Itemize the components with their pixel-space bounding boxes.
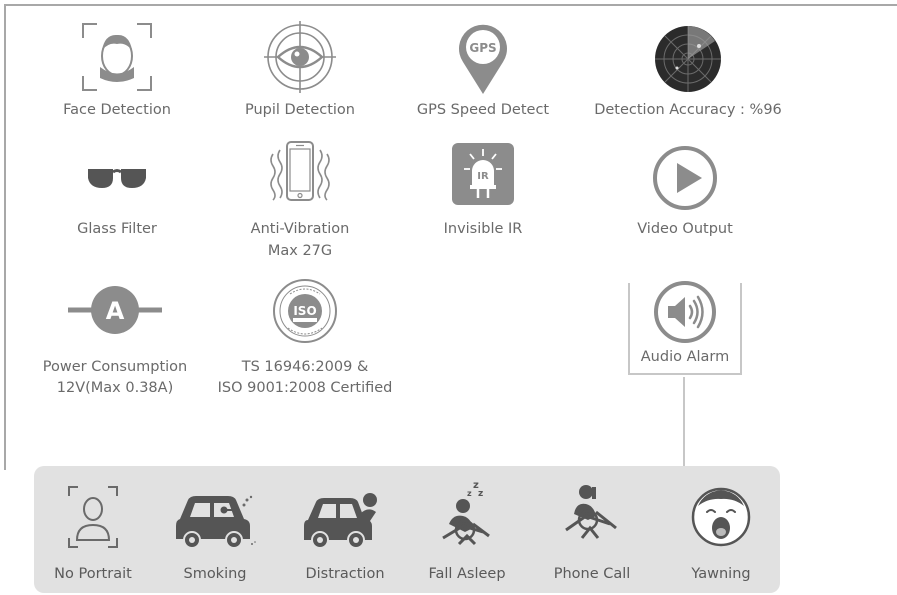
ir-led-icon: IR [450,141,516,211]
feature-invisible-ir: IR Invisible IR [403,140,563,245]
feature-anti-vibration: Anti-Vibration Max 27G [220,140,380,265]
anti-vibration-label-line1: Anti-Vibration [250,221,350,237]
feature-gps-speed-detect: GPS GPS Speed Detect [403,20,563,125]
feature-audio-alarm: Audio Alarm [605,280,765,375]
frame-left-line [4,4,6,470]
play-icon [652,145,718,215]
glass-filter-label: Glass Filter [77,221,157,237]
video-output-label: Video Output [637,221,733,237]
gps-badge-text: GPS [469,41,496,55]
feature-face-detection: Face Detection [37,20,197,125]
feature-glass-filter: Glass Filter [37,140,197,245]
face-detection-label: Face Detection [63,102,171,118]
power-badge-text: A [106,297,125,325]
no-portrait-label: No Portrait [54,566,132,582]
car-distraction-icon [302,490,388,554]
radar-icon [653,24,723,98]
alarm-smoking: Smoking [162,466,268,593]
feature-detection-accuracy: Detection Accuracy : %96 [583,20,793,125]
speaker-icon [653,280,717,348]
audio-alarm-connector [683,377,685,466]
svg-text:z: z [467,489,472,498]
gps-speed-detect-label: GPS Speed Detect [416,102,550,118]
feature-video-output: Video Output [605,140,765,245]
driver-asleep-icon: z z z [437,476,497,554]
pupil-detection-label: Pupil Detection [245,102,355,118]
yawning-face-icon [690,486,752,552]
certification-label-line2: ISO 9001:2008 Certified [217,380,393,396]
power-a-icon: A [62,280,168,344]
iso-badge-text: ISO [293,304,316,318]
vibrating-phone-icon [255,140,345,210]
certification-label-line1: TS 16946:2009 & [241,359,369,375]
alarm-distraction: Distraction [292,466,398,593]
svg-text:z: z [478,489,483,499]
invisible-ir-label: Invisible IR [443,221,523,237]
anti-vibration-label-line2: Max 27G [267,243,333,259]
power-consumption-label-line1: Power Consumption [42,359,188,375]
fall-asleep-label: Fall Asleep [428,566,506,582]
face-scan-icon [79,20,155,98]
car-smoking-icon [172,492,258,554]
driver-phone-icon [562,482,622,552]
alarm-phone-call: Phone Call [539,466,645,593]
distraction-label: Distraction [305,566,385,582]
smoking-label: Smoking [183,566,247,582]
alarm-panel: No Portrait Smoking Distraction z z z Fa… [34,466,780,593]
gps-pin-icon: GPS [453,20,513,100]
portrait-scan-icon [66,484,120,554]
ir-badge-text: IR [477,171,489,182]
detection-accuracy-label: Detection Accuracy : %96 [594,102,782,118]
yawning-label: Yawning [691,566,751,582]
alarm-fall-asleep: z z z Fall Asleep [414,466,520,593]
sunglasses-icon [86,166,148,194]
feature-power-consumption: A Power Consumption 12V(Max 0.38A) [30,278,200,403]
feature-certification: ISO TS 16946:2009 & ISO 9001:2008 Certif… [205,278,405,403]
feature-pupil-detection: Pupil Detection [220,20,380,125]
frame-top-line [4,4,897,6]
eye-target-icon [263,20,337,98]
alarm-yawning: Yawning [668,466,774,593]
iso-seal-icon: ISO [272,278,338,348]
power-consumption-label-line2: 12V(Max 0.38A) [56,380,174,396]
phone-call-label: Phone Call [553,566,631,582]
audio-alarm-label: Audio Alarm [640,349,730,365]
alarm-no-portrait: No Portrait [40,466,146,593]
